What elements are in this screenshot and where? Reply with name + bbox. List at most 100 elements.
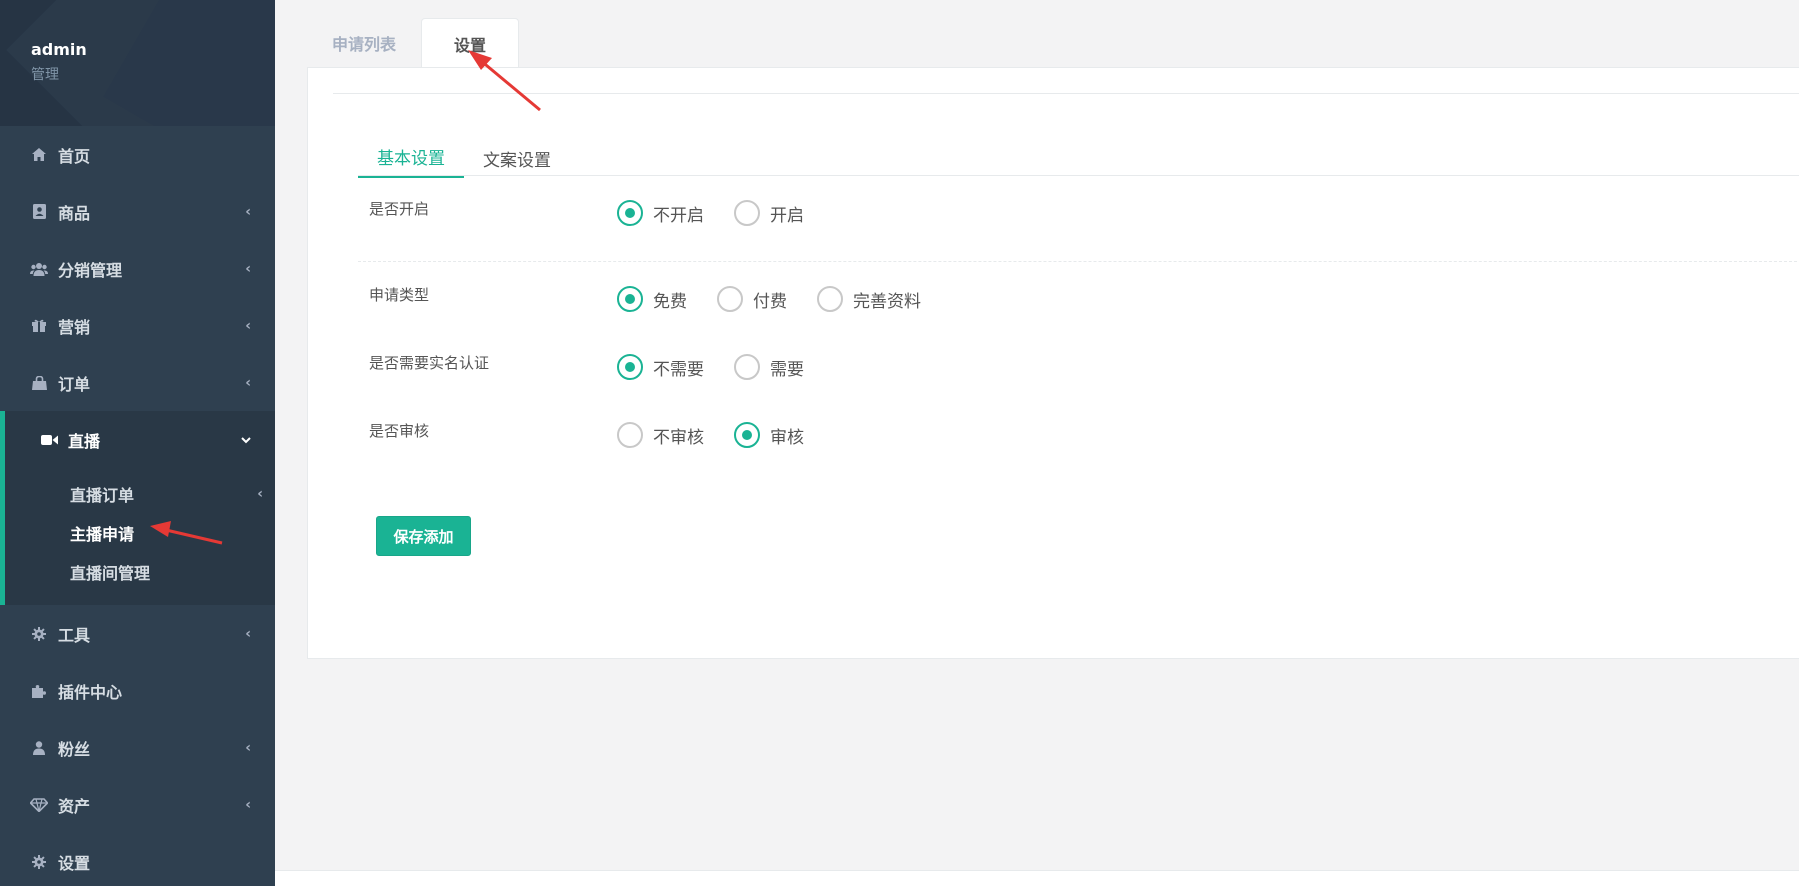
submenu-item-live-orders[interactable]: 直播订单 ‹ (5, 474, 275, 513)
chevron-left-icon: ‹ (245, 317, 251, 334)
chevron-left-icon: ‹ (245, 203, 251, 220)
subtab-basic-settings[interactable]: 基本设置 (358, 138, 464, 178)
form-label: 是否需要实名认证 (369, 354, 490, 372)
diamond-icon (30, 797, 48, 813)
sidebar-item-label: 粉丝 (58, 739, 91, 759)
radio-button[interactable] (717, 286, 743, 312)
sidebar: admin 管理 首页 商品 ‹ 分销管理 ‹ 营销 ‹ 订单 ‹ 直播 直播订… (0, 0, 275, 886)
sidebar-item-assets[interactable]: 资产 ‹ (0, 776, 275, 833)
sidebar-item-fans[interactable]: 粉丝 ‹ (0, 719, 275, 776)
submenu-item-room-management[interactable]: 直播间管理 (5, 552, 275, 591)
sidebar-item-label: 工具 (58, 625, 91, 645)
sidebar-menu-lower: 工具 ‹ 插件中心 粉丝 ‹ 资产 ‹ 设置 (0, 605, 275, 886)
radio-button-checked[interactable] (617, 200, 643, 226)
sidebar-item-tools[interactable]: 工具 ‹ (0, 605, 275, 662)
radio-type-free[interactable]: 免费 (617, 286, 687, 312)
form-label: 是否审核 (369, 422, 430, 440)
puzzle-icon (30, 683, 48, 699)
radio-realname-yes[interactable]: 需要 (734, 354, 804, 380)
users-icon (30, 261, 48, 277)
radio-label: 开启 (770, 205, 804, 226)
footer (275, 870, 1799, 886)
sidebar-item-label: 商品 (58, 203, 91, 223)
sidebar-item-label: 直播 (68, 431, 101, 451)
profile-header: admin 管理 (0, 0, 275, 126)
tab-apply-list[interactable]: 申请列表 (307, 18, 421, 68)
radio-label: 免费 (653, 291, 687, 312)
live-submenu: 直播订单 ‹ 主播申请 直播间管理 (0, 468, 275, 605)
sidebar-item-label: 订单 (58, 374, 91, 394)
radio-group-review: 不审核 审核 (617, 422, 834, 448)
form-label: 申请类型 (369, 286, 430, 304)
sidebar-item-goods[interactable]: 商品 ‹ (0, 183, 275, 240)
divider (358, 175, 1799, 176)
radio-button-checked[interactable] (617, 354, 643, 380)
sidebar-item-label: 分销管理 (58, 260, 123, 280)
sidebar-item-distribution[interactable]: 分销管理 ‹ (0, 240, 275, 297)
radio-group-real-name: 不需要 需要 (617, 354, 834, 380)
chevron-left-icon: ‹ (257, 485, 263, 502)
radio-group-enable: 不开启 开启 (617, 200, 834, 226)
radio-review-no[interactable]: 不审核 (617, 422, 704, 448)
sidebar-item-plugins[interactable]: 插件中心 (0, 662, 275, 719)
sidebar-item-label: 首页 (58, 146, 91, 166)
save-add-button[interactable]: 保存添加 (376, 516, 471, 556)
chevron-left-icon: ‹ (245, 374, 251, 391)
sidebar-item-label: 设置 (58, 853, 91, 873)
sidebar-item-marketing[interactable]: 营销 ‹ (0, 297, 275, 354)
submenu-item-anchor-apply[interactable]: 主播申请 (5, 513, 275, 552)
radio-realname-no[interactable]: 不需要 (617, 354, 704, 380)
radio-type-profile[interactable]: 完善资料 (817, 286, 921, 312)
goods-icon (30, 204, 48, 220)
radio-button[interactable] (734, 354, 760, 380)
subtab-copy-settings[interactable]: 文案设置 (464, 138, 570, 178)
profile-role: 管理 (31, 67, 59, 83)
radio-label: 不需要 (653, 359, 704, 380)
radio-label: 付费 (753, 291, 787, 312)
radio-label: 完善资料 (853, 291, 921, 312)
gear-icon (30, 854, 48, 870)
tab-settings[interactable]: 设置 (421, 18, 520, 68)
gift-icon (30, 318, 48, 334)
submenu-item-label: 直播间管理 (70, 563, 151, 583)
divider (333, 93, 1799, 94)
radio-label: 审核 (770, 427, 804, 448)
radio-enable-off[interactable]: 不开启 (617, 200, 704, 226)
user-icon (30, 740, 48, 756)
sidebar-item-settings[interactable]: 设置 (0, 833, 275, 886)
form-label: 是否开启 (369, 200, 430, 218)
radio-label: 不审核 (653, 427, 704, 448)
chevron-left-icon: ‹ (245, 796, 251, 813)
radio-enable-on[interactable]: 开启 (734, 200, 804, 226)
main-content: 申请列表 设置 基本设置 文案设置 是否开启 不开启 开启 申请类型 免费 付费… (275, 0, 1799, 886)
sidebar-item-label: 插件中心 (58, 682, 123, 702)
radio-type-paid[interactable]: 付费 (717, 286, 787, 312)
radio-button[interactable] (734, 200, 760, 226)
chevron-left-icon: ‹ (245, 260, 251, 277)
sidebar-item-home[interactable]: 首页 (0, 126, 275, 183)
home-icon (30, 147, 48, 163)
sidebar-item-label: 资产 (58, 796, 91, 816)
sidebar-item-live[interactable]: 直播 (0, 411, 275, 468)
settings-subtabs: 基本设置 文案设置 (358, 138, 570, 178)
radio-group-apply-type: 免费 付费 完善资料 (617, 286, 951, 312)
radio-button[interactable] (817, 286, 843, 312)
submenu-item-label: 直播订单 (70, 485, 135, 505)
radio-button-checked[interactable] (617, 286, 643, 312)
radio-review-yes[interactable]: 审核 (734, 422, 804, 448)
gear-icon (30, 626, 48, 642)
bag-icon (30, 375, 48, 391)
video-icon (40, 432, 58, 448)
radio-button[interactable] (617, 422, 643, 448)
sidebar-item-orders[interactable]: 订单 ‹ (0, 354, 275, 411)
profile-name[interactable]: admin (31, 40, 275, 59)
radio-button-checked[interactable] (734, 422, 760, 448)
sidebar-item-label: 营销 (58, 317, 91, 337)
page-tabs: 申请列表 设置 (307, 18, 520, 68)
dashed-divider (358, 261, 1799, 262)
radio-label: 不开启 (653, 205, 704, 226)
chevron-down-icon (241, 433, 251, 447)
radio-label: 需要 (770, 359, 804, 380)
submenu-item-label: 主播申请 (70, 524, 135, 544)
chevron-left-icon: ‹ (245, 625, 251, 642)
